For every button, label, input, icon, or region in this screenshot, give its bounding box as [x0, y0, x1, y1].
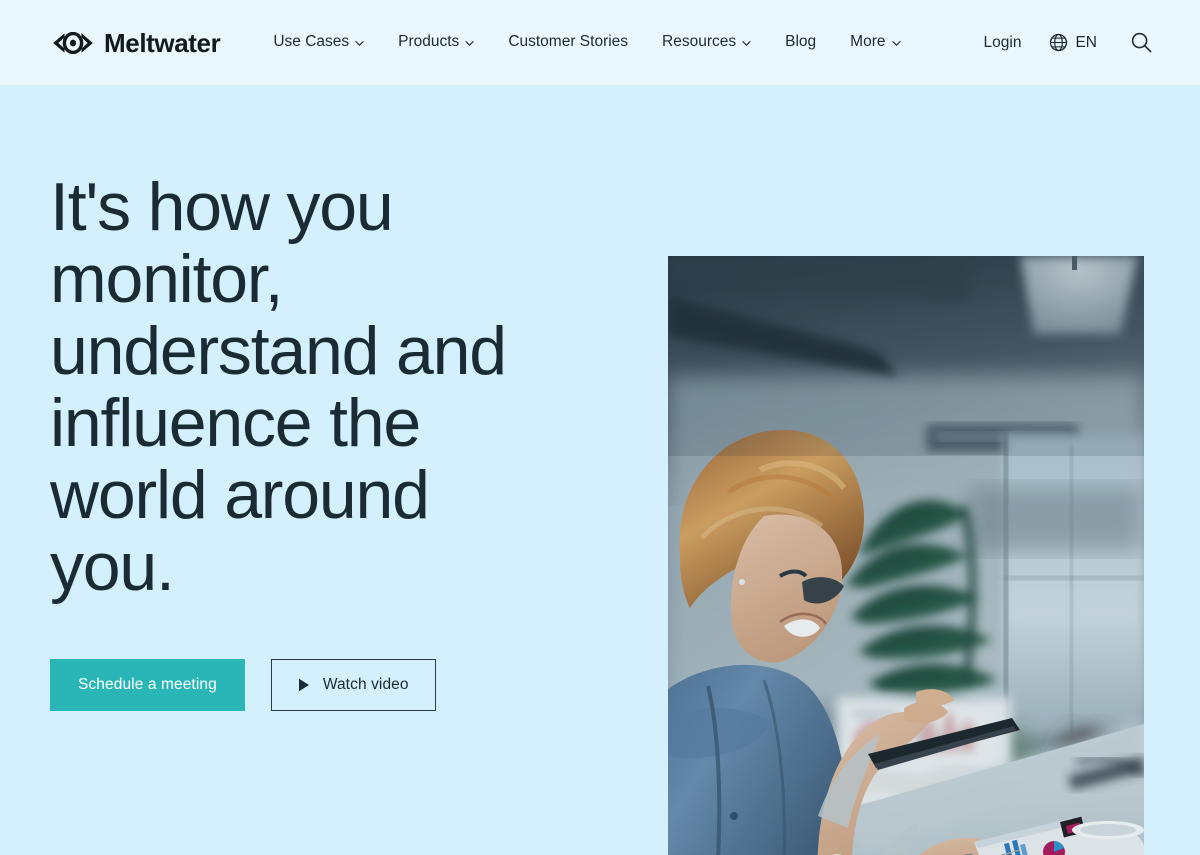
nav-item-customer-stories[interactable]: Customer Stories [491, 27, 645, 58]
search-button[interactable] [1111, 26, 1164, 59]
chevron-down-icon [355, 37, 364, 48]
login-link[interactable]: Login [970, 28, 1036, 58]
nav-item-products[interactable]: Products [381, 27, 491, 58]
primary-nav: Use Cases Products Customer Stories Reso… [256, 27, 917, 58]
chevron-down-icon [465, 37, 474, 48]
hero-section: It's how you monitor, understand and inf… [0, 85, 1200, 855]
meltwater-eye-logo-icon [50, 31, 96, 54]
nav-item-label: More [850, 33, 886, 51]
nav-item-more[interactable]: More [833, 27, 917, 58]
nav-item-resources[interactable]: Resources [645, 27, 768, 58]
site-header: Meltwater Use Cases Products Customer St… [0, 0, 1200, 85]
chevron-down-icon [742, 37, 751, 48]
header-actions: Login EN [970, 26, 1164, 59]
nav-item-label: Customer Stories [508, 33, 629, 51]
nav-item-label: Use Cases [273, 33, 350, 51]
nav-item-label: Resources [662, 33, 737, 51]
brand-name: Meltwater [104, 27, 221, 58]
chevron-down-icon [891, 37, 901, 48]
watch-video-label: Watch video [322, 676, 409, 694]
nav-item-label: Products [398, 33, 460, 51]
nav-item-blog[interactable]: Blog [768, 27, 833, 58]
language-code: EN [1075, 33, 1097, 51]
nav-item-use-cases[interactable]: Use Cases [256, 27, 381, 58]
watch-video-button[interactable]: Watch video [270, 659, 436, 712]
search-icon [1131, 32, 1152, 53]
schedule-a-meeting-button[interactable]: Schedule a meeting [50, 659, 245, 712]
hero-cta-group: Schedule a meeting Watch video [50, 659, 650, 712]
page-title: It's how you monitor, understand and inf… [50, 169, 507, 606]
brand-logo[interactable]: Meltwater [50, 27, 221, 58]
play-icon [298, 678, 310, 692]
globe-icon [1049, 33, 1068, 52]
hero-image [668, 256, 1144, 855]
hero-content: It's how you monitor, understand and inf… [50, 85, 650, 712]
language-selector[interactable]: EN [1035, 27, 1111, 58]
nav-item-label: Blog [785, 33, 817, 51]
